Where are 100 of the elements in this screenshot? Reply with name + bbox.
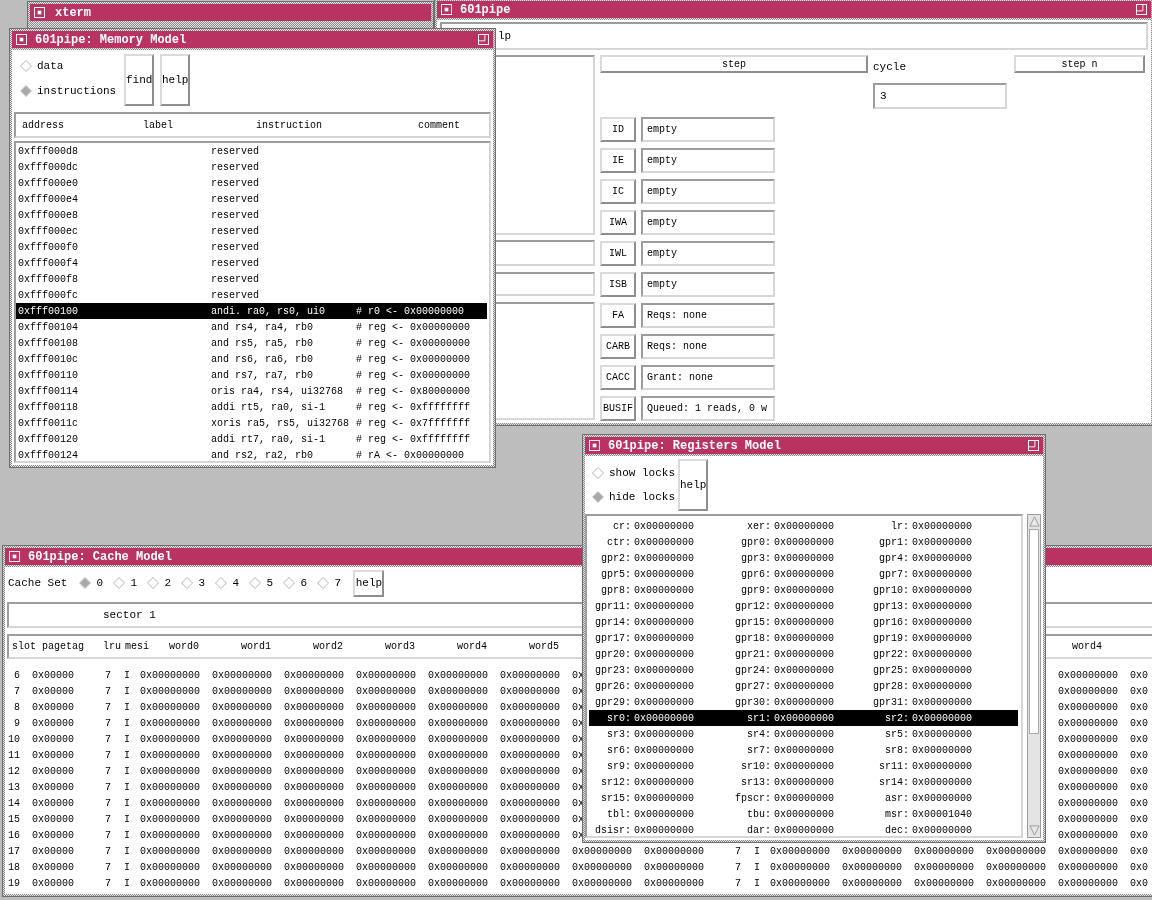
register-row[interactable]: sr15: 0x00000000 fpscr: 0x00000000 asr: 0x00000000 bbox=[589, 790, 1019, 806]
radio-button[interactable]: 1 bbox=[111, 577, 146, 589]
register-value: 0x00000000 bbox=[773, 680, 835, 692]
window-menu-icon[interactable] bbox=[16, 34, 27, 45]
register-name: tbl: bbox=[606, 808, 631, 820]
register-row[interactable]: gpr29: 0x00000000 gpr30: 0x00000000 gpr31: 0x00000000 bbox=[589, 694, 1019, 710]
radio-button[interactable]: 5 bbox=[247, 577, 282, 589]
help-button[interactable]: help bbox=[353, 569, 385, 597]
register-row[interactable]: gpr8: 0x00000000 gpr9: 0x00000000 gpr10: 0x00000000 bbox=[589, 582, 1019, 598]
memory-row[interactable]: 0xfff00120 addi rt7, ra0, si-1 # reg <- 0xffffffff bbox=[16, 431, 487, 447]
register-value: 0x00000000 bbox=[773, 696, 835, 708]
register-row[interactable]: ctr: 0x00000000 gpr0: 0x00000000 gpr1: 0x00000000 bbox=[589, 534, 1019, 550]
memory-row[interactable]: 0xfff000e0 reserved bbox=[16, 175, 487, 191]
stage-button[interactable]: IC bbox=[600, 179, 636, 204]
window-menu-icon[interactable] bbox=[34, 7, 45, 18]
stage-button[interactable]: ISB bbox=[600, 272, 636, 297]
stage-button[interactable]: BUSIF bbox=[600, 396, 636, 421]
memory-row[interactable]: 0xfff00118 addi rt5, ra0, si-1 # reg <- 0xffffffff bbox=[16, 399, 487, 415]
stage-button[interactable]: ID bbox=[600, 117, 636, 142]
register-value: 0x00000000 bbox=[633, 584, 695, 596]
window-menu-icon[interactable] bbox=[589, 440, 600, 451]
step-n-button[interactable]: step n bbox=[1014, 55, 1145, 73]
toolbar-button[interactable]: help bbox=[160, 54, 190, 106]
register-row[interactable]: sr9: 0x00000000 sr10: 0x00000000 sr11: 0x00000000 bbox=[589, 758, 1019, 774]
window-title: 601pipe: Memory Model bbox=[35, 32, 187, 47]
stage-button[interactable]: IWL bbox=[600, 241, 636, 266]
memory-row[interactable]: 0xfff00114 oris ra4, rs4, ui32768 # reg <- 0x80000000 bbox=[16, 383, 487, 399]
register-row[interactable]: gpr14: 0x00000000 gpr15: 0x00000000 gpr16: 0x00000000 bbox=[589, 614, 1019, 630]
maximize-icon[interactable] bbox=[1136, 4, 1147, 15]
memory-row[interactable]: 0xfff00104 and rs4, ra4, rb0 # reg <- 0x00000000 bbox=[16, 319, 487, 335]
scrollbar[interactable] bbox=[1027, 514, 1041, 838]
table-cell-text: 15 bbox=[8, 813, 21, 825]
memory-row[interactable]: 0xfff000f4 reserved bbox=[16, 255, 487, 271]
radio-button[interactable]: 0 bbox=[77, 577, 112, 589]
register-row[interactable]: gpr5: 0x00000000 gpr6: 0x00000000 gpr7: 0x00000000 bbox=[589, 566, 1019, 582]
radio-button[interactable]: show locks bbox=[590, 467, 678, 479]
title-bar[interactable]: 601pipe bbox=[437, 1, 1151, 18]
register-row[interactable]: gpr17: 0x00000000 gpr18: 0x00000000 gpr19: 0x00000000 bbox=[589, 630, 1019, 646]
stage-button[interactable]: FA bbox=[600, 303, 636, 328]
menu-item[interactable]: lp bbox=[498, 30, 512, 42]
table-cell-text: 0x00000 bbox=[31, 733, 75, 745]
memory-row[interactable]: 0xfff000f0 reserved bbox=[16, 239, 487, 255]
table-cell-text: 0x00000000 bbox=[283, 877, 345, 889]
stage-button[interactable]: CARB bbox=[600, 334, 636, 359]
register-row[interactable]: gpr23: 0x00000000 gpr24: 0x00000000 gpr25: 0x00000000 bbox=[589, 662, 1019, 678]
memory-row[interactable]: 0xfff0010c and rs6, ra6, rb0 # reg <- 0x00000000 bbox=[16, 351, 487, 367]
memory-row[interactable]: 0xfff000e4 reserved bbox=[16, 191, 487, 207]
window-menu-icon[interactable] bbox=[441, 4, 452, 15]
address-cell-text: 0xfff00110 bbox=[18, 369, 79, 381]
stage-button[interactable]: IWA bbox=[600, 210, 636, 235]
radio-button[interactable]: 3 bbox=[179, 577, 214, 589]
register-row[interactable]: sr6: 0x00000000 sr7: 0x00000000 sr8: 0x00000000 bbox=[589, 742, 1019, 758]
radio-button[interactable]: 4 bbox=[213, 577, 248, 589]
radio-button[interactable]: 7 bbox=[315, 577, 350, 589]
radio-button[interactable]: instructions bbox=[18, 85, 118, 97]
register-name: gpr25: bbox=[872, 664, 909, 676]
register-row[interactable]: gpr11: 0x00000000 gpr12: 0x00000000 gpr13: 0x00000000 bbox=[589, 598, 1019, 614]
memory-row[interactable]: 0xfff00100 andi. ra0, rs0, ui0 # r0 <- 0x00000000 bbox=[16, 303, 487, 319]
window-menu-icon[interactable] bbox=[9, 551, 20, 562]
memory-row[interactable]: 0xfff00110 and rs7, ra7, rb0 # reg <- 0x00000000 bbox=[16, 367, 487, 383]
cycle-label: cycle bbox=[873, 61, 907, 73]
radio-button[interactable]: 6 bbox=[281, 577, 316, 589]
register-row[interactable]: gpr20: 0x00000000 gpr21: 0x00000000 gpr22: 0x00000000 bbox=[589, 646, 1019, 662]
memory-row[interactable]: 0xfff0011c xoris ra5, rs5, ui32768 # reg <- 0x7fffffff bbox=[16, 415, 487, 431]
memory-row[interactable]: 0xfff000e8 reserved bbox=[16, 207, 487, 223]
title-bar[interactable]: 601pipe: Memory Model bbox=[12, 31, 493, 48]
title-bar[interactable]: 601pipe: Registers Model bbox=[585, 437, 1043, 454]
maximize-icon[interactable] bbox=[1028, 440, 1039, 451]
register-row[interactable]: sr0: 0x00000000 sr1: 0x00000000 sr2: 0x00000000 bbox=[589, 710, 1019, 726]
radio-button[interactable]: data bbox=[18, 60, 118, 72]
register-row[interactable]: dsisr: 0x00000000 dar: 0x00000000 dec: 0x00000000 bbox=[589, 822, 1019, 836]
register-row[interactable]: cr: 0x00000000 xer: 0x00000000 lr: 0x00000000 bbox=[589, 518, 1019, 534]
memory-row[interactable]: 0xfff000fc reserved bbox=[16, 287, 487, 303]
register-row[interactable]: sr3: 0x00000000 sr4: 0x00000000 sr5: 0x00000000 bbox=[589, 726, 1019, 742]
table-cell-text: 12 bbox=[8, 765, 21, 777]
help-button[interactable]: help bbox=[678, 459, 708, 511]
cycle-field[interactable]: 3 bbox=[873, 83, 1007, 109]
title-bar[interactable]: xterm bbox=[30, 4, 431, 21]
maximize-icon[interactable] bbox=[478, 34, 489, 45]
register-row[interactable]: sr12: 0x00000000 sr13: 0x00000000 sr14: 0x00000000 bbox=[589, 774, 1019, 790]
register-name: gpr8: bbox=[600, 584, 631, 596]
table-cell-text: 0x00000000 bbox=[283, 749, 345, 761]
memory-row[interactable]: 0xfff000d8 reserved bbox=[16, 143, 487, 159]
memory-row[interactable]: 0xfff000ec reserved bbox=[16, 223, 487, 239]
scroll-thumb[interactable] bbox=[1029, 529, 1039, 734]
memory-row[interactable]: 0xfff000f8 reserved bbox=[16, 271, 487, 287]
register-row[interactable]: tbl: 0x00000000 tbu: 0x00000000 msr: 0x00001040 bbox=[589, 806, 1019, 822]
register-name: sr11: bbox=[878, 760, 909, 772]
radio-button[interactable]: 2 bbox=[145, 577, 180, 589]
toolbar-button[interactable]: find bbox=[124, 54, 154, 106]
radio-button[interactable]: hide locks bbox=[590, 491, 678, 503]
memory-row[interactable]: 0xfff00108 and rs5, ra5, rb0 # reg <- 0x00000000 bbox=[16, 335, 487, 351]
stage-button[interactable]: IE bbox=[600, 148, 636, 173]
memory-row[interactable]: 0xfff000dc reserved bbox=[16, 159, 487, 175]
register-row[interactable]: gpr2: 0x00000000 gpr3: 0x00000000 gpr4: 0x00000000 bbox=[589, 550, 1019, 566]
register-row[interactable]: gpr26: 0x00000000 gpr27: 0x00000000 gpr28: 0x00000000 bbox=[589, 678, 1019, 694]
register-value: 0x00001040 bbox=[911, 808, 973, 820]
step-button[interactable]: step bbox=[600, 55, 868, 73]
memory-row[interactable]: 0xfff00124 and rs2, ra2, rb0 # rA <- 0x00000000 bbox=[16, 447, 487, 461]
stage-button[interactable]: CACC bbox=[600, 365, 636, 390]
